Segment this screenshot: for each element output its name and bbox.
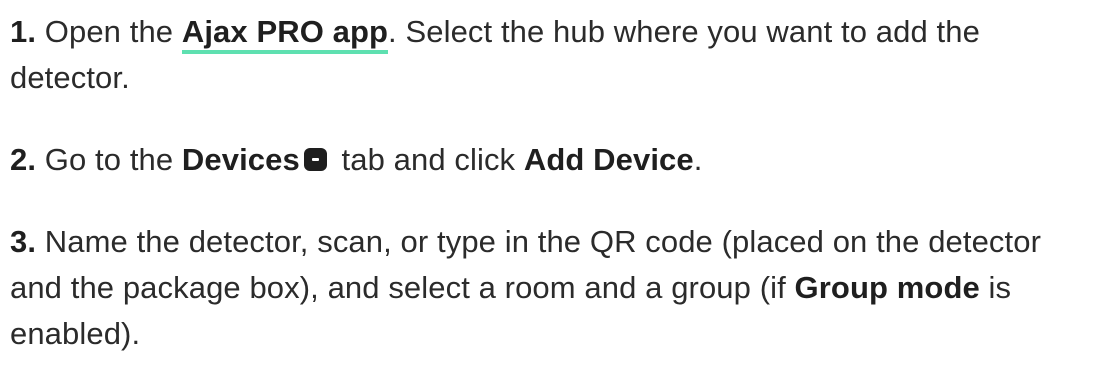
add-device-label: Add Device	[523, 142, 694, 177]
devices-label: Devices	[181, 142, 300, 177]
ajax-pro-app-link[interactable]: Ajax PRO app	[181, 14, 389, 54]
step-1: 1. Open the Ajax PRO app. Select the hub…	[10, 9, 1095, 101]
step-text: .	[693, 142, 703, 177]
step-3: 3. Name the detector, scan, or type in t…	[10, 219, 1095, 357]
step-text: tab and click	[332, 142, 524, 177]
step-2: 2. Go to the Devices tab and click Add D…	[10, 137, 1095, 183]
step-number: 1.	[10, 14, 37, 49]
instruction-steps: 1. Open the Ajax PRO app. Select the hub…	[0, 0, 1101, 382]
step-number: 3.	[10, 224, 37, 259]
step-number: 2.	[10, 142, 37, 177]
step-text: Go to the	[44, 142, 182, 177]
step-text: Open the	[44, 14, 182, 49]
group-mode-label: Group mode	[794, 270, 980, 305]
devices-tab-icon	[303, 148, 327, 171]
